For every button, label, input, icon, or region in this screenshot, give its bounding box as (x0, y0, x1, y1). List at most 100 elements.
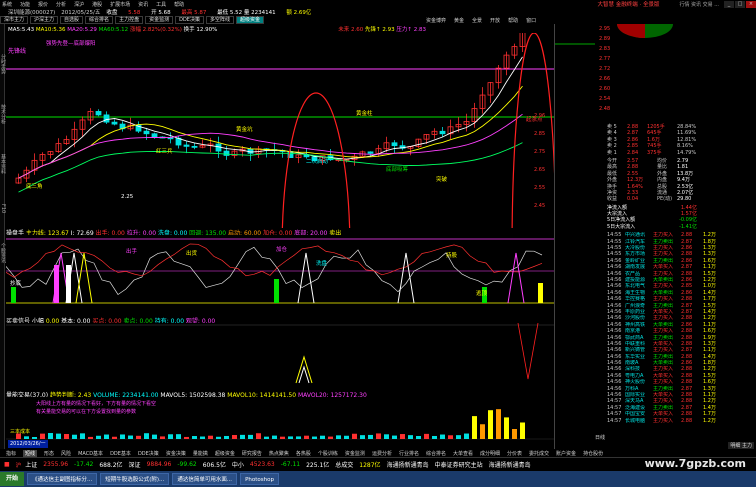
bottom-tab[interactable]: 行业排名 (399, 450, 419, 457)
secondary-toolbar: 资金博弈 黄金 全景 开放 帮助 窗口 (426, 16, 756, 24)
close-button[interactable]: × (746, 0, 756, 8)
bottom-tab[interactable]: 运费分析 (372, 450, 392, 457)
menu-item[interactable]: 帮助 (174, 1, 184, 8)
toolbar-link[interactable]: 全景 (472, 17, 482, 24)
bottom-tab[interactable]: DDE决策 (138, 450, 159, 457)
taskbar-task[interactable]: Photoshop (240, 473, 279, 485)
bottom-tab[interactable]: 指标 (6, 450, 16, 457)
volume-bar (168, 434, 173, 439)
indicator2-chart[interactable] (6, 323, 554, 389)
menu-item[interactable]: 工具 (156, 1, 166, 8)
bottom-tab[interactable]: 账户资金 (556, 450, 576, 457)
volume-bar (232, 435, 237, 439)
bottom-tab[interactable]: 各热股 (296, 450, 311, 457)
header-right-info: 未来 2.60 先锋↑ 2.93 压力↑ 2.83 (300, 25, 426, 33)
bottom-tab[interactable]: MACD基本 (78, 450, 103, 457)
order-book-price: 2.84 (627, 149, 639, 156)
maximize-button[interactable]: □ (735, 0, 745, 8)
toolbar-tab[interactable]: 多空阵线 (205, 16, 234, 24)
bottom-tab[interactable]: 持仓股份 (583, 450, 603, 457)
toolbar-link[interactable]: 开放 (490, 17, 500, 24)
bottom-tab[interactable]: 资金监测 (345, 450, 365, 457)
menu-item[interactable]: 功能 (20, 1, 30, 8)
bottom-tab[interactable]: 大单查看 (453, 450, 473, 457)
ind1-label: 出手 (126, 247, 138, 255)
detail-tab[interactable]: 明细 主力 (728, 442, 754, 449)
toolbar-link[interactable]: 资金博弈 (426, 17, 446, 24)
status-item: 688.2亿 (99, 462, 123, 469)
candle-body (367, 151, 374, 154)
menu-item[interactable]: 深沪 (74, 1, 84, 8)
volume-bar (152, 434, 157, 439)
volume-bar (392, 435, 397, 439)
menu-item[interactable]: 报价 (38, 1, 48, 8)
ind1-label: 持股 (446, 251, 458, 259)
menu-item[interactable]: 系统 (2, 1, 12, 8)
order-book-row[interactable]: 卖 1 2.84 375手 14.79% (607, 150, 756, 156)
bottom-tab[interactable]: 形态 (44, 450, 54, 457)
volume-bar (496, 409, 501, 439)
volume-chart[interactable]: 大阳线上方有量的情况下看好，下方有量的情况下看空有关量能交易的可以在下方设置找到… (6, 397, 554, 441)
bottom-tab[interactable]: 超级资金 (215, 450, 235, 457)
right-quote-panel: 2.95 2.89 2.83 2.77 2.72 2.66 2.60 2.54 2.48 卖 5… (554, 24, 756, 449)
tick-list[interactable]: 14:55 中兴通讯 主力买入 2.88 1.2万 14:55 江铃汽车 主力卖出 2.87 1.… (555, 232, 756, 424)
ind1-spike (397, 252, 415, 304)
menu-item[interactable]: 资讯 (138, 1, 148, 8)
toolbar-tab[interactable]: 深市主力 (0, 16, 29, 24)
bottom-tab[interactable]: 短线 (23, 449, 38, 457)
taskbar-task[interactable]: 通达信简单可用水面... (172, 473, 238, 485)
volume-bar (368, 434, 373, 439)
left-side-tabs: 分时走势 技术分析 基本资料 F10 个股资讯 (0, 24, 6, 449)
toolbar-tab[interactable]: DDE决策 (175, 16, 204, 24)
ind1-label: 洗盘 (316, 259, 328, 267)
bottom-tab[interactable]: 资金决策 (166, 450, 186, 457)
top-right-links[interactable]: 行情 资讯 交易 ... (679, 1, 719, 8)
menu-item[interactable]: 扩展市场 (110, 1, 130, 8)
toolbar-link[interactable]: 帮助 (508, 17, 518, 24)
daily-label[interactable]: 日线 (595, 434, 605, 441)
bottom-tab[interactable]: 个股训练 (318, 450, 338, 457)
menu-item[interactable]: 港股 (92, 1, 102, 8)
chart-annotation: 黄金坑 (236, 125, 253, 133)
stock-code-name: 深圳能源(000027) (8, 10, 56, 16)
toolbar-tab[interactable]: 资金监测 (145, 16, 174, 24)
volume-bar (400, 434, 405, 439)
volume-bar (176, 434, 181, 439)
toolbar-tab[interactable]: 超级资金 (235, 16, 264, 24)
volume-note: 有关量能交易的可以在下方设置找到量的参数 (36, 408, 136, 415)
candlestick-chart[interactable]: 先锋线2.962.852.752.652.552.45强势先登—底部爆阳底三角红… (6, 33, 554, 228)
toolbar-tab[interactable]: 主力控盘 (115, 16, 144, 24)
bottom-tab[interactable]: 研究报告 (242, 450, 262, 457)
candle-body (143, 130, 150, 135)
bottom-tab[interactable]: DDE基本 (110, 450, 131, 457)
bottom-tab[interactable]: 委托成交 (529, 450, 549, 457)
tick-row[interactable]: 14:57 长城电脑 主力买入 2.88 1.2万 (607, 418, 756, 424)
bottom-tab[interactable]: 热点聚焦 (269, 450, 289, 457)
menu-item[interactable]: 分析 (56, 1, 66, 8)
chart-annotation: 强势先登—底部爆阳 (46, 39, 96, 47)
bottom-tab[interactable]: 成分明细 (480, 450, 500, 457)
toolbar-tab[interactable]: 沪深主力 (30, 16, 59, 24)
bottom-tab[interactable]: 综合排名 (426, 450, 446, 457)
flow-label: 5日大宗流入 (607, 223, 636, 230)
indicator1-chart[interactable]: 抄底 出手 出货 加仓洗盘 持股逃顶 (6, 235, 554, 315)
toolbar-link[interactable]: 窗口 (526, 17, 536, 24)
indicator2-header: 买卖信号 小幅 0.00 基本: 0.00 买点: 0.00 卖点: 0.00 … (6, 316, 554, 323)
taskbar-task[interactable]: 《通达信主副图指标分... (27, 473, 98, 485)
volume-header: 量能交易(37,0) 趋势判断: 2.43 VOLUME: 2234141.00… (6, 390, 554, 397)
volume-bar (480, 424, 485, 439)
status-item: 中泰证券研究主站 (434, 462, 483, 469)
toolbar-link[interactable]: 黄金 (454, 17, 464, 24)
candle-body (303, 154, 310, 158)
start-button[interactable]: 开始 (0, 472, 25, 486)
toolbar-tab[interactable]: 自选股 (60, 16, 84, 24)
taskbar-task[interactable]: 短期牛股选股公式(附)... (100, 473, 170, 485)
left-line-label: 先锋线 (8, 47, 26, 55)
bottom-tab[interactable]: 风险 (61, 450, 71, 457)
stat-row: 收益 0.04 PE(动) 29.80 (607, 196, 756, 202)
stat-value2: 29.80 (677, 196, 692, 203)
bottom-tab[interactable]: 量能擒 (193, 450, 208, 457)
minimize-button[interactable]: _ (724, 0, 734, 8)
toolbar-tab[interactable]: 综合排名 (85, 16, 114, 24)
bottom-tab[interactable]: 分价表 (507, 450, 522, 457)
